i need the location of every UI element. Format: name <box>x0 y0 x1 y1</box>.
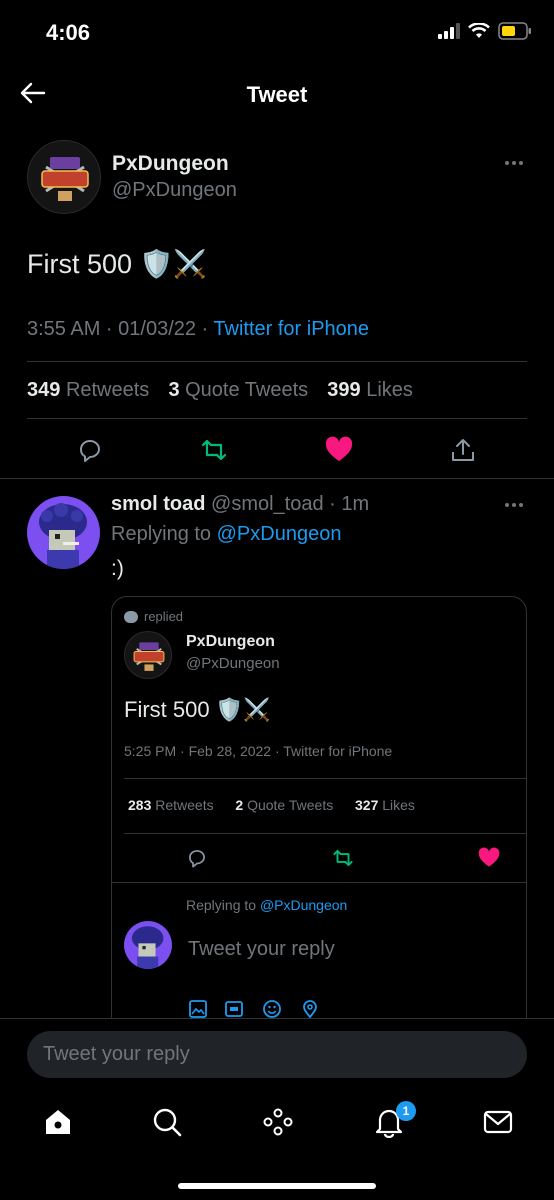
likes-stat[interactable]: 399 Likes <box>327 379 413 401</box>
status-icons <box>438 22 532 40</box>
likes-label: Likes <box>366 379 413 401</box>
replying-to-link[interactable]: @PxDungeon <box>217 523 342 545</box>
quoted-reply-icon <box>189 850 205 868</box>
quoted-avatar <box>124 631 172 679</box>
divider <box>27 361 527 362</box>
quoted-author-handle: @PxDungeon <box>186 655 280 672</box>
quoted-retweets-count: 283 <box>128 797 152 813</box>
tweet-text: First 500 🛡️⚔️ <box>27 249 207 279</box>
home-icon[interactable] <box>42 1106 74 1138</box>
quoted-reply-avatar <box>124 921 172 969</box>
toad-avatar-icon <box>131 926 164 969</box>
location-pin-icon <box>303 1000 317 1019</box>
divider <box>112 882 526 883</box>
quoted-reply-placeholder: Tweet your reply <box>188 938 335 960</box>
status-time: 4:06 <box>46 20 91 45</box>
quoted-replying-to: Replying to @PxDungeon <box>186 897 347 913</box>
home-indicator <box>178 1183 376 1189</box>
reply-header: smol toad @smol_toad · 1m <box>111 493 369 516</box>
reply-icon[interactable] <box>76 436 104 464</box>
quoted-like-heart-icon <box>478 847 500 867</box>
quoted-quotes-count: 2 <box>235 797 244 813</box>
quoted-stats: 283 Retweets 2 Quote Tweets 327 Likes <box>128 797 415 813</box>
messages-mail-icon[interactable] <box>482 1106 514 1138</box>
divider <box>124 778 526 779</box>
notification-badge: 1 <box>396 1101 416 1121</box>
retweets-label: Retweets <box>65 379 150 401</box>
replied-label: replied <box>144 609 184 624</box>
tweet-source-link[interactable]: Twitter for iPhone <box>213 318 369 340</box>
likes-count: 399 <box>327 379 361 401</box>
tweet-stats: 349 Retweets 3 Quote Tweets 399 Likes <box>27 379 413 402</box>
retweet-icon[interactable] <box>200 436 228 464</box>
image-icon <box>189 1000 207 1018</box>
wifi-icon <box>468 23 490 38</box>
reply-replying-to: Replying to @PxDungeon <box>111 523 341 546</box>
quoted-likes-label: Likes <box>382 797 415 813</box>
reply-text: :) <box>111 557 124 580</box>
avatar[interactable] <box>27 140 101 214</box>
quotes-label: Quote Tweets <box>185 379 309 401</box>
toad-avatar-icon <box>39 503 87 569</box>
reply-input-placeholder: Tweet your reply <box>43 1043 190 1065</box>
spaces-icon[interactable] <box>262 1106 294 1138</box>
pxdungeon-logo-icon <box>41 157 89 201</box>
quoted-author-name: PxDungeon <box>186 633 275 650</box>
emoji-icon <box>263 1000 281 1018</box>
tweet-timestamp: 3:55 AM · 01/03/22 · <box>27 318 214 340</box>
reply-author-handle[interactable]: @smol_toad <box>211 493 324 515</box>
divider <box>124 833 526 834</box>
quote-tweets-stat[interactable]: 3 Quote Tweets <box>168 379 308 401</box>
quotes-count: 3 <box>168 379 180 401</box>
replied-bubble-icon <box>124 610 138 623</box>
search-icon[interactable] <box>151 1106 183 1138</box>
author-handle[interactable]: @PxDungeon <box>112 179 237 202</box>
quoted-likes-count: 327 <box>355 797 379 813</box>
signal-icon <box>438 23 460 39</box>
reply-author-name[interactable]: smol toad <box>111 493 205 515</box>
gif-icon <box>225 1001 243 1017</box>
quoted-retweets-label: Retweets <box>155 797 214 813</box>
author-name[interactable]: PxDungeon <box>112 152 229 176</box>
status-bar: 4:06 <box>0 0 554 66</box>
quoted-replying-to-link: @PxDungeon <box>259 897 348 913</box>
quoted-retweet-icon <box>333 849 353 867</box>
divider <box>0 478 554 479</box>
more-options-icon[interactable] <box>505 161 523 165</box>
replying-prefix: Replying to <box>111 523 217 545</box>
retweets-stat[interactable]: 349 Retweets <box>27 379 149 401</box>
quoted-timestamp: 5:25 PM · Feb 28, 2022 · Twitter for iPh… <box>124 743 393 759</box>
reply-more-options-icon[interactable] <box>505 503 523 507</box>
quoted-quotes-label: Quote Tweets <box>247 797 334 813</box>
divider <box>27 418 527 419</box>
battery-icon <box>498 22 531 40</box>
replied-indicator: replied <box>124 609 183 624</box>
share-icon[interactable] <box>449 436 477 464</box>
reply-avatar[interactable] <box>27 496 100 569</box>
quoted-text: First 500 🛡️⚔️ <box>124 697 271 722</box>
tweet-meta: 3:55 AM · 01/03/22 · Twitter for iPhone <box>27 318 369 341</box>
quoted-screenshot[interactable]: replied PxDungeon @PxDungeon First 500 🛡… <box>111 596 527 1036</box>
pxdungeon-logo-icon <box>133 642 165 671</box>
like-heart-icon[interactable] <box>325 436 353 464</box>
reply-time: · 1m <box>323 493 370 515</box>
quoted-replying-prefix: Replying to <box>186 897 260 913</box>
page-title: Tweet <box>246 82 308 107</box>
retweets-count: 349 <box>27 379 61 401</box>
